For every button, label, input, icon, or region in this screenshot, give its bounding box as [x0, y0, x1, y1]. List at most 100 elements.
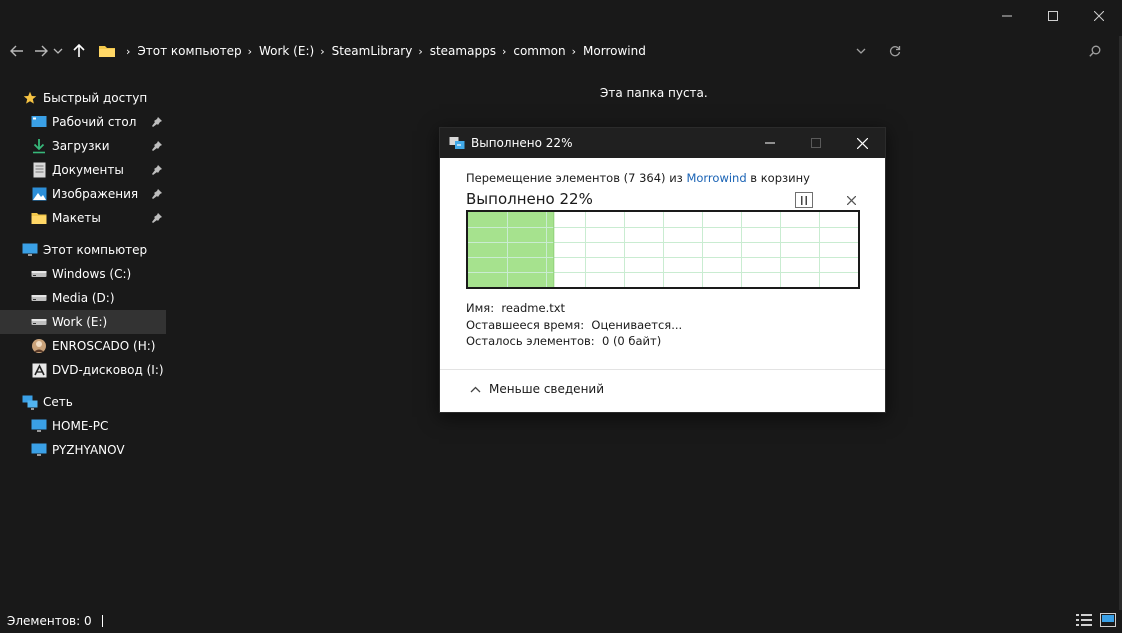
status-divider: [101, 615, 103, 627]
detail-name-row: Имя: readme.txt: [466, 300, 859, 317]
refresh-button[interactable]: [880, 37, 910, 65]
items-count: Элементов: 0: [7, 614, 92, 628]
detail-items-row: Осталось элементов: 0 (0 байт): [466, 333, 859, 350]
sidebar-item-drive-d[interactable]: Media (D:): [0, 286, 166, 310]
empty-folder-message: Эта папка пуста.: [600, 86, 708, 100]
arrow-right-icon: [35, 45, 48, 57]
detail-items-label: Осталось элементов:: [466, 334, 595, 348]
window-controls: [984, 0, 1122, 32]
drive-icon: [31, 290, 47, 306]
documents-icon: [31, 162, 47, 178]
folder-icon: [31, 210, 47, 226]
breadcrumb-item[interactable]: Work (E:): [259, 44, 314, 58]
sidebar-item-home-pc[interactable]: HOME-PC: [0, 414, 166, 438]
detail-items-value: 0 (0 байт): [601, 334, 662, 348]
sidebar-item-documents[interactable]: Документы: [0, 158, 166, 182]
pictures-icon: [31, 186, 47, 202]
breadcrumb-separator-icon: ›: [126, 44, 131, 58]
large-icons-view-button[interactable]: [1100, 613, 1116, 630]
sidebar-item-quick-access[interactable]: Быстрый доступ: [0, 86, 166, 110]
minimize-icon: [765, 142, 775, 144]
sidebar-item-label: HOME-PC: [52, 419, 109, 433]
sidebar-item-network[interactable]: Сеть: [0, 390, 166, 414]
recent-locations-button[interactable]: [52, 37, 64, 65]
pin-icon[interactable]: [152, 212, 162, 226]
pause-button[interactable]: [795, 192, 813, 208]
sidebar-item-layouts[interactable]: Макеты: [0, 206, 166, 230]
transfer-details: Имя: readme.txt Оставшееся время: Оценив…: [466, 300, 859, 350]
breadcrumb-item[interactable]: Этот компьютер: [137, 44, 241, 58]
dvd-drive-icon: [31, 362, 47, 378]
details-view-icon: [1076, 614, 1092, 626]
sidebar-item-label: Загрузки: [52, 139, 110, 153]
chevron-up-icon: [470, 386, 481, 392]
sidebar-item-this-pc[interactable]: Этот компьютер: [0, 238, 166, 262]
sidebar-item-label: Media (D:): [52, 291, 115, 305]
forward-button[interactable]: [30, 37, 52, 65]
move-icon: [449, 137, 465, 149]
less-details-label: Меньше сведений: [489, 382, 605, 396]
close-icon: [856, 137, 868, 149]
pause-icon: [801, 195, 807, 205]
progress-graph-canvas: [468, 212, 858, 287]
computer-icon: [22, 242, 38, 258]
sidebar-item-label: Windows (C:): [52, 267, 132, 281]
back-button[interactable]: [6, 37, 28, 65]
less-details-button[interactable]: Меньше сведений: [470, 382, 604, 396]
sidebar-item-drive-h[interactable]: ENROSCADO (H:): [0, 334, 166, 358]
maximize-icon: [1048, 11, 1058, 21]
sidebar-item-drive-i[interactable]: DVD-дисковод (I:) Ad: [0, 358, 166, 382]
pin-icon[interactable]: [152, 164, 162, 178]
address-history-button[interactable]: [846, 37, 876, 65]
breadcrumb-item[interactable]: steamapps: [430, 44, 496, 58]
source-folder-link[interactable]: Morrowind: [686, 171, 746, 185]
star-icon: [22, 90, 38, 106]
dialog-close-button[interactable]: [839, 128, 885, 158]
desktop-icon: [31, 114, 47, 130]
sidebar-item-downloads[interactable]: Загрузки: [0, 134, 166, 158]
operation-prefix: Перемещение элементов (7 364) из: [466, 171, 687, 185]
pin-icon[interactable]: [152, 116, 162, 130]
view-switcher: [1076, 613, 1116, 630]
breadcrumb-separator-icon: ›: [571, 44, 577, 58]
cancel-button[interactable]: [843, 192, 859, 208]
minimize-button[interactable]: [984, 0, 1030, 32]
maximize-button[interactable]: [1030, 0, 1076, 32]
breadcrumb-item[interactable]: common: [513, 44, 565, 58]
pin-icon[interactable]: [152, 140, 162, 154]
arrow-up-icon: [73, 44, 85, 57]
folder-icon: [99, 46, 115, 57]
sidebar-item-pictures[interactable]: Изображения: [0, 182, 166, 206]
close-icon: [1094, 11, 1104, 21]
detail-name-value: readme.txt: [501, 301, 566, 315]
details-view-button[interactable]: [1076, 613, 1092, 630]
refresh-icon: [889, 46, 901, 57]
dialog-body: Перемещение элементов (7 364) из Morrowi…: [440, 158, 885, 350]
search-icon: [1089, 45, 1101, 57]
sidebar-item-drive-c[interactable]: Windows (C:): [0, 262, 166, 286]
sidebar-item-desktop[interactable]: Рабочий стол: [0, 110, 166, 134]
breadcrumb: › Этот компьютер › Work (E:) › SteamLibr…: [98, 43, 646, 59]
dialog-minimize-button[interactable]: [747, 128, 793, 158]
search-button[interactable]: [1080, 37, 1110, 65]
breadcrumb-separator-icon: ›: [418, 44, 423, 58]
dialog-separator: [440, 369, 885, 370]
status-bar: Элементов: 0: [0, 609, 1122, 633]
sidebar-item-label: Этот компьютер: [43, 243, 148, 257]
breadcrumb-item[interactable]: SteamLibrary: [332, 44, 413, 58]
sidebar-item-label: Быстрый доступ: [43, 91, 148, 105]
dialog-maximize-button[interactable]: [793, 128, 839, 158]
sidebar-item-drive-e[interactable]: Work (E:): [0, 310, 166, 334]
dialog-title: Выполнено 22%: [471, 136, 573, 150]
sidebar-item-label: Документы: [52, 163, 124, 177]
dialog-title-bar: Выполнено 22%: [440, 128, 885, 158]
sidebar-item-label: Изображения: [52, 187, 139, 201]
large-icons-view-icon: [1100, 613, 1116, 627]
detail-time-value: Оценивается...: [591, 317, 683, 332]
sidebar-item-pyzhyanov[interactable]: PYZHYANOV: [0, 438, 166, 462]
pin-icon[interactable]: [152, 188, 162, 202]
close-button[interactable]: [1076, 0, 1122, 32]
network-icon: [22, 394, 38, 410]
breadcrumb-item[interactable]: Morrowind: [583, 44, 646, 58]
up-button[interactable]: [68, 37, 90, 65]
